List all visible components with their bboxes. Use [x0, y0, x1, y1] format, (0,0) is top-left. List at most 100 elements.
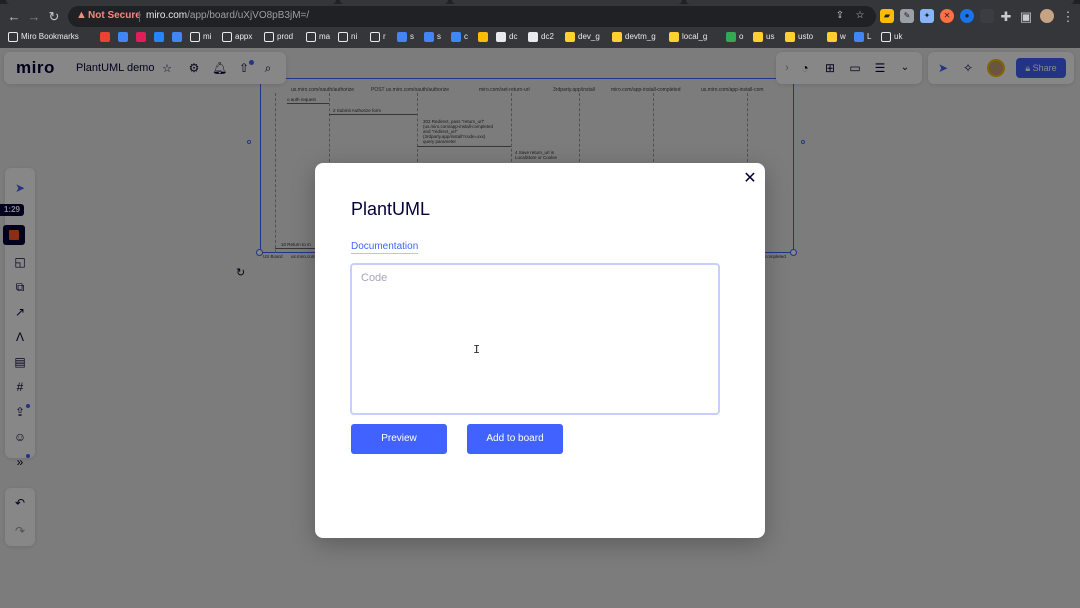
- modal-title: PlantUML: [351, 199, 431, 219]
- bookmark-item[interactable]: o: [726, 30, 743, 43]
- bookmark-icon: [451, 31, 461, 42]
- bookmarks-bar: Miro Bookmarks mi appx prod ma ni r s s c dc dc2 dev…: [0, 29, 1080, 44]
- docs-icon: [172, 31, 182, 42]
- extension-icon[interactable]: ✎: [900, 9, 914, 23]
- extension-icon[interactable]: ▰: [880, 9, 894, 23]
- drop-icon: [726, 31, 736, 42]
- bookmark-icon: [397, 31, 407, 42]
- security-label: Not Secure: [88, 10, 141, 21]
- bookmark-label: ma: [319, 32, 331, 41]
- url-path: /app/board/uXjVO8pB3jM=/: [187, 10, 310, 21]
- bookmark-item[interactable]: mi: [190, 30, 211, 43]
- profile-avatar[interactable]: [1040, 9, 1054, 23]
- star-icon[interactable]: ☆: [854, 10, 866, 22]
- back-icon[interactable]: ←: [6, 9, 22, 25]
- text-cursor-icon: I: [473, 343, 481, 357]
- share-page-icon[interactable]: ⇪: [834, 10, 846, 22]
- bookmark-item[interactable]: usto: [785, 30, 813, 43]
- bookmark-label: dev_g: [578, 32, 600, 41]
- bookmark-label: o: [739, 32, 744, 41]
- bookmark-label: usto: [798, 32, 814, 41]
- globe-icon: [528, 31, 538, 42]
- miro-icon: [753, 31, 763, 42]
- bookmark-icon: [424, 31, 434, 42]
- bookmark-label: L: [867, 32, 872, 41]
- tab[interactable]: [452, 0, 682, 4]
- bookmark-item[interactable]: L: [854, 30, 871, 43]
- bookmark-label: s: [437, 32, 441, 41]
- bookmark-label: Miro Bookmarks: [21, 32, 79, 41]
- bookmark-item[interactable]: uk: [881, 30, 902, 43]
- miro-icon: [612, 31, 622, 42]
- bookmark-item[interactable]: Miro Bookmarks: [8, 30, 79, 43]
- bookmark-label: devtm_g: [625, 32, 656, 41]
- folder-icon: [881, 31, 891, 42]
- bookmark-item[interactable]: [478, 30, 491, 43]
- forward-icon[interactable]: →: [26, 9, 42, 25]
- bookmark-item[interactable]: prod: [264, 30, 293, 43]
- bookmark-item[interactable]: dev_g: [565, 30, 600, 43]
- gmail-icon: [100, 31, 110, 42]
- browser-chrome: ← → ↻ ▲ Not Secure miro.com/app/board/uX…: [0, 0, 1080, 48]
- globe-icon: [496, 31, 506, 42]
- bookmark-label: dc2: [541, 32, 554, 41]
- documentation-link[interactable]: Documentation: [351, 241, 419, 254]
- bookmark-label: appx: [235, 32, 253, 41]
- tab[interactable]: [6, 0, 336, 4]
- bookmark-item[interactable]: dc2: [528, 30, 554, 43]
- folder-icon: [190, 31, 200, 42]
- navigation-row: ← → ↻ ▲ Not Secure miro.com/app/board/uX…: [0, 6, 1080, 28]
- extension-icon[interactable]: [980, 9, 994, 23]
- bookmark-item[interactable]: [136, 30, 149, 43]
- tab[interactable]: [340, 0, 448, 4]
- folder-icon: [222, 31, 232, 42]
- extension-icon[interactable]: ●: [960, 9, 974, 23]
- bookmark-item[interactable]: c: [451, 30, 468, 43]
- add-to-board-button[interactable]: Add to board: [467, 424, 563, 454]
- warning-icon: ▲: [76, 9, 87, 21]
- url-text: miro.com/app/board/uXjVO8pB3jM=/: [146, 10, 309, 21]
- bookmark-item[interactable]: s: [424, 30, 441, 43]
- bookmark-item[interactable]: devtm_g: [612, 30, 656, 43]
- folder-icon: [264, 31, 274, 42]
- bookmark-label: us: [766, 32, 775, 41]
- bookmark-item[interactable]: ma: [306, 30, 330, 43]
- bookmark-item[interactable]: dc: [496, 30, 517, 43]
- bookmark-item[interactable]: [172, 30, 185, 43]
- extension-icon[interactable]: ✦: [920, 9, 934, 23]
- bookmark-item[interactable]: [154, 30, 167, 43]
- address-bar[interactable]: ▲ Not Secure miro.com/app/board/uXjVO8pB…: [68, 6, 876, 27]
- miro-icon: [669, 31, 679, 42]
- jira-icon: [154, 31, 164, 42]
- bookmark-item[interactable]: us: [753, 30, 774, 43]
- tab-strip: [0, 0, 1080, 4]
- bookmark-item[interactable]: local_g: [669, 30, 707, 43]
- reload-icon[interactable]: ↻: [46, 9, 62, 25]
- bookmark-item[interactable]: s: [397, 30, 414, 43]
- miro-icon: [827, 31, 837, 42]
- sidepanel-icon[interactable]: ▣: [1018, 9, 1034, 25]
- slack-icon: [136, 31, 146, 42]
- bookmark-label: w: [840, 32, 846, 41]
- folder-icon: [370, 31, 380, 42]
- bookmark-label: local_g: [682, 32, 708, 41]
- code-input[interactable]: [350, 263, 720, 415]
- divider: [139, 11, 140, 22]
- bookmark-item[interactable]: ni: [338, 30, 357, 43]
- miro-icon: [785, 31, 795, 42]
- preview-button[interactable]: Preview: [351, 424, 447, 454]
- extension-icon[interactable]: ✕: [940, 9, 954, 23]
- bookmark-item[interactable]: w: [827, 30, 846, 43]
- puzzle-icon[interactable]: ✚: [998, 9, 1014, 25]
- close-icon[interactable]: ✕: [742, 171, 758, 187]
- tab[interactable]: [686, 0, 1074, 4]
- bookmark-label: r: [383, 32, 386, 41]
- kebab-menu-icon[interactable]: ⋮: [1060, 9, 1076, 25]
- folder-icon: [338, 31, 348, 42]
- bookmark-item[interactable]: r: [370, 30, 386, 43]
- bookmark-item[interactable]: [100, 30, 113, 43]
- miro-icon: [565, 31, 575, 42]
- bookmark-item[interactable]: [118, 30, 131, 43]
- bookmark-item[interactable]: appx: [222, 30, 252, 43]
- calendar-icon: [118, 31, 128, 42]
